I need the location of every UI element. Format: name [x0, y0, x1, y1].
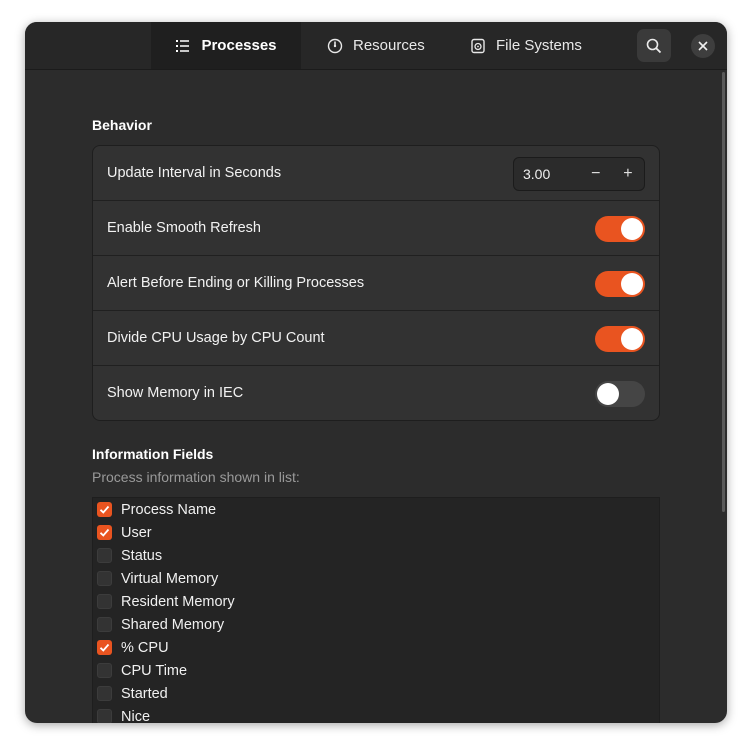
checkbox[interactable] [97, 617, 112, 632]
field-label: Nice [121, 708, 151, 724]
search-button[interactable] [637, 29, 671, 62]
memory-iec-row: Show Memory in IEC [93, 366, 659, 420]
search-icon [646, 38, 662, 53]
field-label: Resident Memory [121, 593, 235, 610]
switch-knob [621, 328, 643, 350]
gauge-icon [327, 38, 343, 54]
header-bar: Processes Resources File Systems [25, 22, 727, 70]
update-interval-value[interactable]: 3.00 [514, 166, 580, 182]
scrollbar[interactable] [722, 72, 725, 512]
memory-iec-switch[interactable] [595, 381, 645, 407]
tab-label: Processes [201, 37, 277, 54]
information-fields-heading: Information Fields [92, 446, 214, 462]
switch-knob [621, 218, 643, 240]
checkbox[interactable] [97, 686, 112, 701]
tab-resources[interactable]: Resources [327, 22, 425, 69]
information-fields-list: Process Name User Status Virtual Memory Resi… [92, 497, 660, 723]
list-item[interactable]: % CPU [93, 636, 659, 659]
update-interval-spinbutton[interactable]: 3.00 − + [513, 157, 645, 191]
divide-cpu-switch[interactable] [595, 326, 645, 352]
field-label: User [121, 524, 152, 541]
tab-processes[interactable]: Processes [151, 22, 301, 69]
list-item[interactable]: Nice [93, 705, 659, 723]
list-item[interactable]: Status [93, 544, 659, 567]
switch-knob [597, 383, 619, 405]
field-label: Shared Memory [121, 616, 225, 633]
information-fields-subtitle: Process information shown in list: [92, 469, 300, 485]
list-item[interactable]: Virtual Memory [93, 567, 659, 590]
switch-knob [621, 273, 643, 295]
alert-before-ending-label: Alert Before Ending or Killing Processes [107, 275, 365, 291]
checkbox[interactable] [97, 571, 112, 586]
checkbox[interactable] [97, 640, 112, 655]
list-item[interactable]: CPU Time [93, 659, 659, 682]
close-button[interactable] [691, 34, 715, 58]
close-icon [698, 41, 708, 51]
field-label: % CPU [121, 639, 169, 656]
increment-button[interactable]: + [612, 158, 644, 190]
check-icon [99, 505, 110, 514]
field-label: CPU Time [121, 662, 188, 679]
field-label: Process Name [121, 501, 217, 518]
disk-icon [470, 38, 486, 54]
checkbox[interactable] [97, 548, 112, 563]
check-icon [99, 643, 110, 652]
tab-label: File Systems [496, 37, 582, 54]
tab-file-systems[interactable]: File Systems [470, 22, 582, 69]
preferences-content: Behavior Update Interval in Seconds 3.00… [25, 70, 727, 723]
list-item[interactable]: Resident Memory [93, 590, 659, 613]
preferences-window: Processes Resources File Systems Behavio… [25, 22, 727, 723]
checkbox[interactable] [97, 525, 112, 540]
decrement-button[interactable]: − [580, 158, 612, 190]
checkbox[interactable] [97, 709, 112, 723]
list-item[interactable]: Process Name [93, 498, 659, 521]
alert-before-ending-row: Alert Before Ending or Killing Processes [93, 256, 659, 311]
smooth-refresh-label: Enable Smooth Refresh [107, 220, 261, 236]
field-label: Virtual Memory [121, 570, 219, 587]
list-icon [175, 38, 191, 54]
checkbox[interactable] [97, 663, 112, 678]
behavior-card: Update Interval in Seconds 3.00 − + Enab… [92, 145, 660, 421]
alert-before-ending-switch[interactable] [595, 271, 645, 297]
divide-cpu-row: Divide CPU Usage by CPU Count [93, 311, 659, 366]
check-icon [99, 528, 110, 537]
list-item[interactable]: User [93, 521, 659, 544]
smooth-refresh-switch[interactable] [595, 216, 645, 242]
field-label: Status [121, 547, 163, 564]
list-item[interactable]: Started [93, 682, 659, 705]
checkbox[interactable] [97, 594, 112, 609]
behavior-heading: Behavior [92, 117, 152, 133]
divide-cpu-label: Divide CPU Usage by CPU Count [107, 330, 325, 346]
list-item[interactable]: Shared Memory [93, 613, 659, 636]
checkbox[interactable] [97, 502, 112, 517]
memory-iec-label: Show Memory in IEC [107, 385, 244, 401]
tab-label: Resources [353, 37, 425, 54]
update-interval-label: Update Interval in Seconds [107, 165, 282, 181]
update-interval-row: Update Interval in Seconds 3.00 − + [93, 146, 659, 201]
field-label: Started [121, 685, 168, 702]
smooth-refresh-row: Enable Smooth Refresh [93, 201, 659, 256]
